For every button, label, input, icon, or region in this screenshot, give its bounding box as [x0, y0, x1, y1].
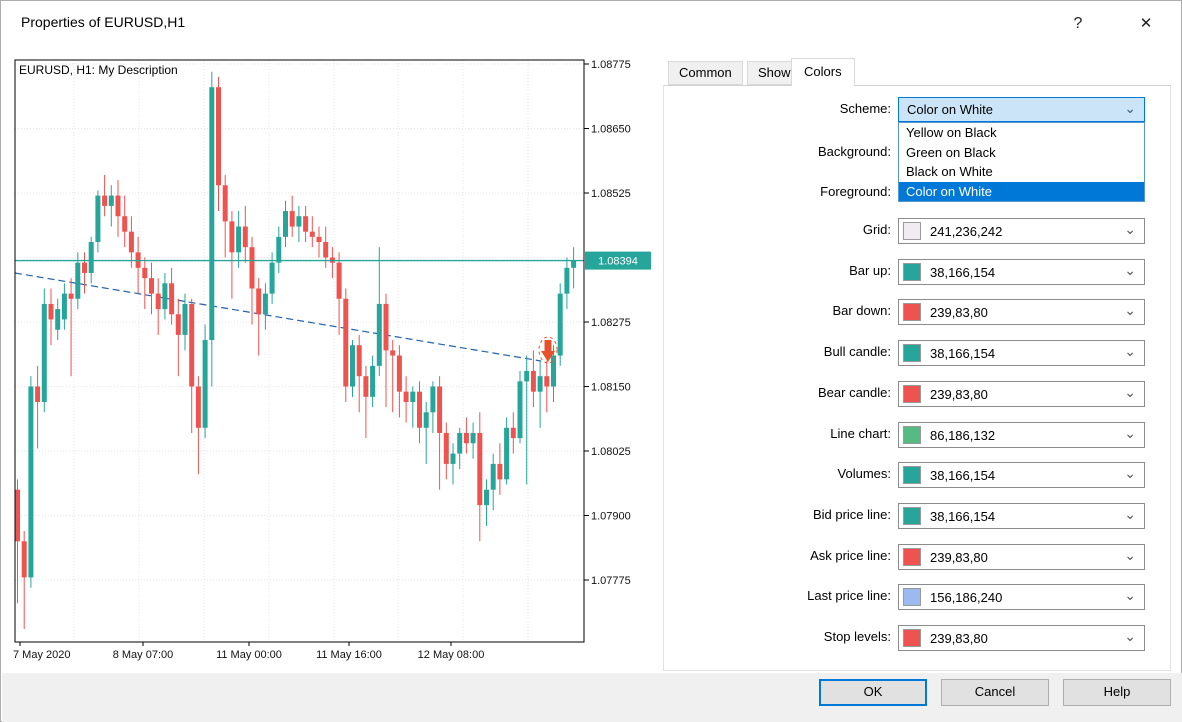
color-value: 38,166,154	[930, 346, 995, 361]
scheme-value: Color on White	[907, 102, 993, 117]
svg-text:1.08650: 1.08650	[591, 124, 631, 136]
bar-down-color-select[interactable]: 239,83,80 ⌄	[898, 299, 1145, 325]
color-swatch	[903, 426, 921, 444]
scheme-label: Scheme:	[701, 101, 891, 116]
color-value: 239,83,80	[930, 305, 988, 320]
last-price-line-color-select[interactable]: 156,186,240 ⌄	[898, 584, 1145, 610]
cancel-button[interactable]: Cancel	[941, 679, 1049, 706]
ask-price-line-color-select[interactable]: 239,83,80 ⌄	[898, 544, 1145, 570]
bid-price-line-label: Bid price line:	[701, 507, 891, 522]
chevron-down-icon: ⌄	[1124, 628, 1136, 645]
bar-down-label: Bar down:	[701, 303, 891, 318]
price-axis: 1.08775 1.08650 1.08525 1.08275 1.08150 1.080…	[584, 59, 631, 587]
titlebar-help-icon[interactable]: ?	[1057, 8, 1099, 39]
color-value: 156,186,240	[930, 590, 1002, 605]
foreground-label: Foreground:	[701, 184, 891, 199]
tab-colors[interactable]: Colors	[791, 58, 855, 86]
chevron-down-icon: ⌄	[1124, 587, 1136, 604]
bar-up-color-select[interactable]: 38,166,154 ⌄	[898, 259, 1145, 285]
bid-price-tag: 1.08394	[585, 252, 651, 270]
scheme-option[interactable]: Color on White	[899, 182, 1144, 202]
svg-text:1.07775: 1.07775	[591, 575, 631, 587]
svg-text:1.08275: 1.08275	[591, 317, 631, 329]
svg-text:1.08775: 1.08775	[591, 59, 631, 71]
color-swatch	[903, 263, 921, 281]
chart-grid	[15, 60, 584, 642]
chart-border	[15, 60, 584, 642]
help-button[interactable]: Help	[1063, 679, 1171, 706]
chevron-down-icon: ⌄	[1124, 100, 1136, 117]
color-value: 239,83,80	[930, 387, 988, 402]
line-chart-label: Line chart:	[701, 426, 891, 441]
bear-candle-color-select[interactable]: 239,83,80 ⌄	[898, 381, 1145, 407]
bar-up-label: Bar up:	[701, 263, 891, 278]
dialog-title: Properties of EURUSD,H1	[21, 14, 185, 30]
close-icon[interactable]: ✕	[1125, 8, 1167, 39]
last-price-line-label: Last price line:	[701, 588, 891, 603]
color-value: 239,83,80	[930, 631, 988, 646]
line-chart-color-select[interactable]: 86,186,132 ⌄	[898, 422, 1145, 448]
scheme-option[interactable]: Black on White	[899, 162, 1144, 182]
candlesticks	[15, 72, 576, 629]
color-value: 86,186,132	[930, 428, 995, 443]
color-swatch	[903, 588, 921, 606]
svg-text:1.07900: 1.07900	[591, 511, 631, 523]
descending-trendline	[15, 273, 541, 361]
color-swatch	[903, 344, 921, 362]
svg-text:7 May 2020: 7 May 2020	[13, 649, 70, 661]
scheme-option[interactable]: Green on Black	[899, 143, 1144, 163]
time-axis: 7 May 2020 8 May 07:00 11 May 00:00 11 May …	[13, 642, 484, 661]
color-value: 38,166,154	[930, 468, 995, 483]
color-swatch	[903, 303, 921, 321]
bear-candle-label: Bear candle:	[701, 385, 891, 400]
chevron-down-icon: ⌄	[1124, 506, 1136, 523]
scheme-dropdown-list[interactable]: Yellow on BlackGreen on BlackBlack on Wh…	[898, 122, 1145, 202]
svg-text:1.08150: 1.08150	[591, 382, 631, 394]
bull-candle-label: Bull candle:	[701, 344, 891, 359]
color-swatch	[903, 385, 921, 403]
color-swatch	[903, 507, 921, 525]
color-swatch	[903, 222, 921, 240]
stop-levels-color-select[interactable]: 239,83,80 ⌄	[898, 625, 1145, 651]
background-label: Background:	[701, 144, 891, 159]
chevron-down-icon: ⌄	[1124, 425, 1136, 442]
svg-text:11 May 00:00: 11 May 00:00	[216, 649, 282, 661]
svg-text:11 May 16:00: 11 May 16:00	[316, 649, 382, 661]
volumes-label: Volumes:	[701, 466, 891, 481]
chevron-down-icon: ⌄	[1124, 384, 1136, 401]
ok-button[interactable]: OK	[819, 679, 927, 706]
color-swatch	[903, 629, 921, 647]
chevron-down-icon: ⌄	[1124, 547, 1136, 564]
svg-text:1.08394: 1.08394	[598, 256, 638, 268]
color-value: 241,236,242	[930, 224, 1002, 239]
color-swatch	[903, 548, 921, 566]
chevron-down-icon: ⌄	[1124, 343, 1136, 360]
volumes-color-select[interactable]: 38,166,154 ⌄	[898, 462, 1145, 488]
svg-text:1.08525: 1.08525	[591, 188, 631, 200]
chevron-down-icon: ⌄	[1124, 302, 1136, 319]
chevron-down-icon: ⌄	[1124, 221, 1136, 238]
bull-candle-color-select[interactable]: 38,166,154 ⌄	[898, 340, 1145, 366]
chart-preview: 1.08775 1.08650 1.08525 1.08275 1.08150 1.080…	[1, 46, 661, 671]
stop-levels-label: Stop levels:	[701, 629, 891, 644]
color-swatch	[903, 466, 921, 484]
properties-dialog: Properties of EURUSD,H1 ? ✕ 1.08775 1.086…	[0, 0, 1182, 722]
svg-text:12 May 08:00: 12 May 08:00	[418, 649, 485, 661]
color-value: 239,83,80	[930, 550, 988, 565]
scheme-option[interactable]: Yellow on Black	[899, 123, 1144, 143]
tab-common[interactable]: Common	[668, 61, 743, 85]
bid-price-line-color-select[interactable]: 38,166,154 ⌄	[898, 503, 1145, 529]
titlebar: Properties of EURUSD,H1 ? ✕	[1, 1, 1181, 46]
chart-symbol-label: EURUSD, H1: My Description	[19, 63, 178, 77]
ask-price-line-label: Ask price line:	[701, 548, 891, 563]
color-value: 38,166,154	[930, 265, 995, 280]
svg-text:1.08025: 1.08025	[591, 446, 631, 458]
chevron-down-icon: ⌄	[1124, 465, 1136, 482]
color-value: 38,166,154	[930, 509, 995, 524]
grid-color-select[interactable]: 241,236,242 ⌄	[898, 218, 1145, 244]
chevron-down-icon: ⌄	[1124, 262, 1136, 279]
svg-text:8 May 07:00: 8 May 07:00	[113, 649, 174, 661]
scheme-select[interactable]: Color on White ⌄	[898, 97, 1145, 122]
grid-label: Grid:	[701, 222, 891, 237]
